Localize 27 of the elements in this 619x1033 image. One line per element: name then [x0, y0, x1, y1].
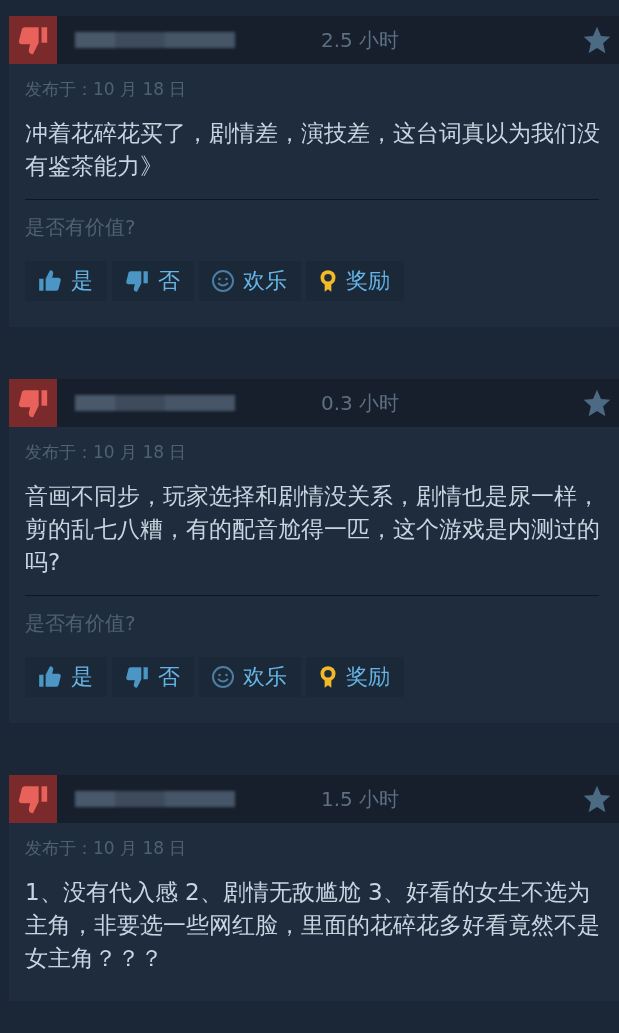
- smiley-icon: [211, 665, 235, 689]
- playtime: 2.5 小时: [321, 26, 401, 54]
- thumbs-up-icon: [37, 268, 63, 294]
- playtime: 1.5 小时: [321, 785, 401, 813]
- smiley-icon: [211, 269, 235, 293]
- helpful-prompt: 是否有价值?: [25, 214, 137, 241]
- post-date: 发布于：10 月 18 日: [25, 441, 188, 464]
- funny-button[interactable]: 欢乐: [199, 657, 301, 697]
- thumbs-down-icon: [124, 268, 150, 294]
- award-ribbon-icon: [318, 664, 338, 690]
- award-button[interactable]: 奖励: [306, 261, 404, 301]
- thumbs-down-icon: [124, 664, 150, 690]
- award-ribbon-icon: [318, 268, 338, 294]
- post-date: 发布于：10 月 18 日: [25, 837, 188, 860]
- review-text: 1、没有代入感 2、剧情无敌尴尬 3、好看的女生不选为主角，非要选一些网红脸，里面的花碎花多好看竟然不是女主角？？？: [25, 878, 601, 973]
- post-date: 发布于：10 月 18 日: [25, 78, 188, 101]
- review-text: 音画不同步，玩家选择和剧情没关系，剧情也是尿一样，剪的乱七八糟，有的配音尬得一匹，这个游戏是内测过的吗?: [25, 482, 601, 577]
- yes-button[interactable]: 是: [25, 261, 107, 301]
- review-text: 冲着花碎花买了，剧情差，演技差，这台词真以为我们没有鉴茶能力》: [25, 119, 601, 181]
- playtime: 0.3 小时: [321, 389, 401, 417]
- funny-button[interactable]: 欢乐: [199, 261, 301, 301]
- no-button[interactable]: 否: [112, 261, 194, 301]
- thumbs-up-icon: [37, 664, 63, 690]
- helpful-prompt: 是否有价值?: [25, 610, 137, 637]
- no-button[interactable]: 否: [112, 657, 194, 697]
- award-button[interactable]: 奖励: [306, 657, 404, 697]
- yes-button[interactable]: 是: [25, 657, 107, 697]
